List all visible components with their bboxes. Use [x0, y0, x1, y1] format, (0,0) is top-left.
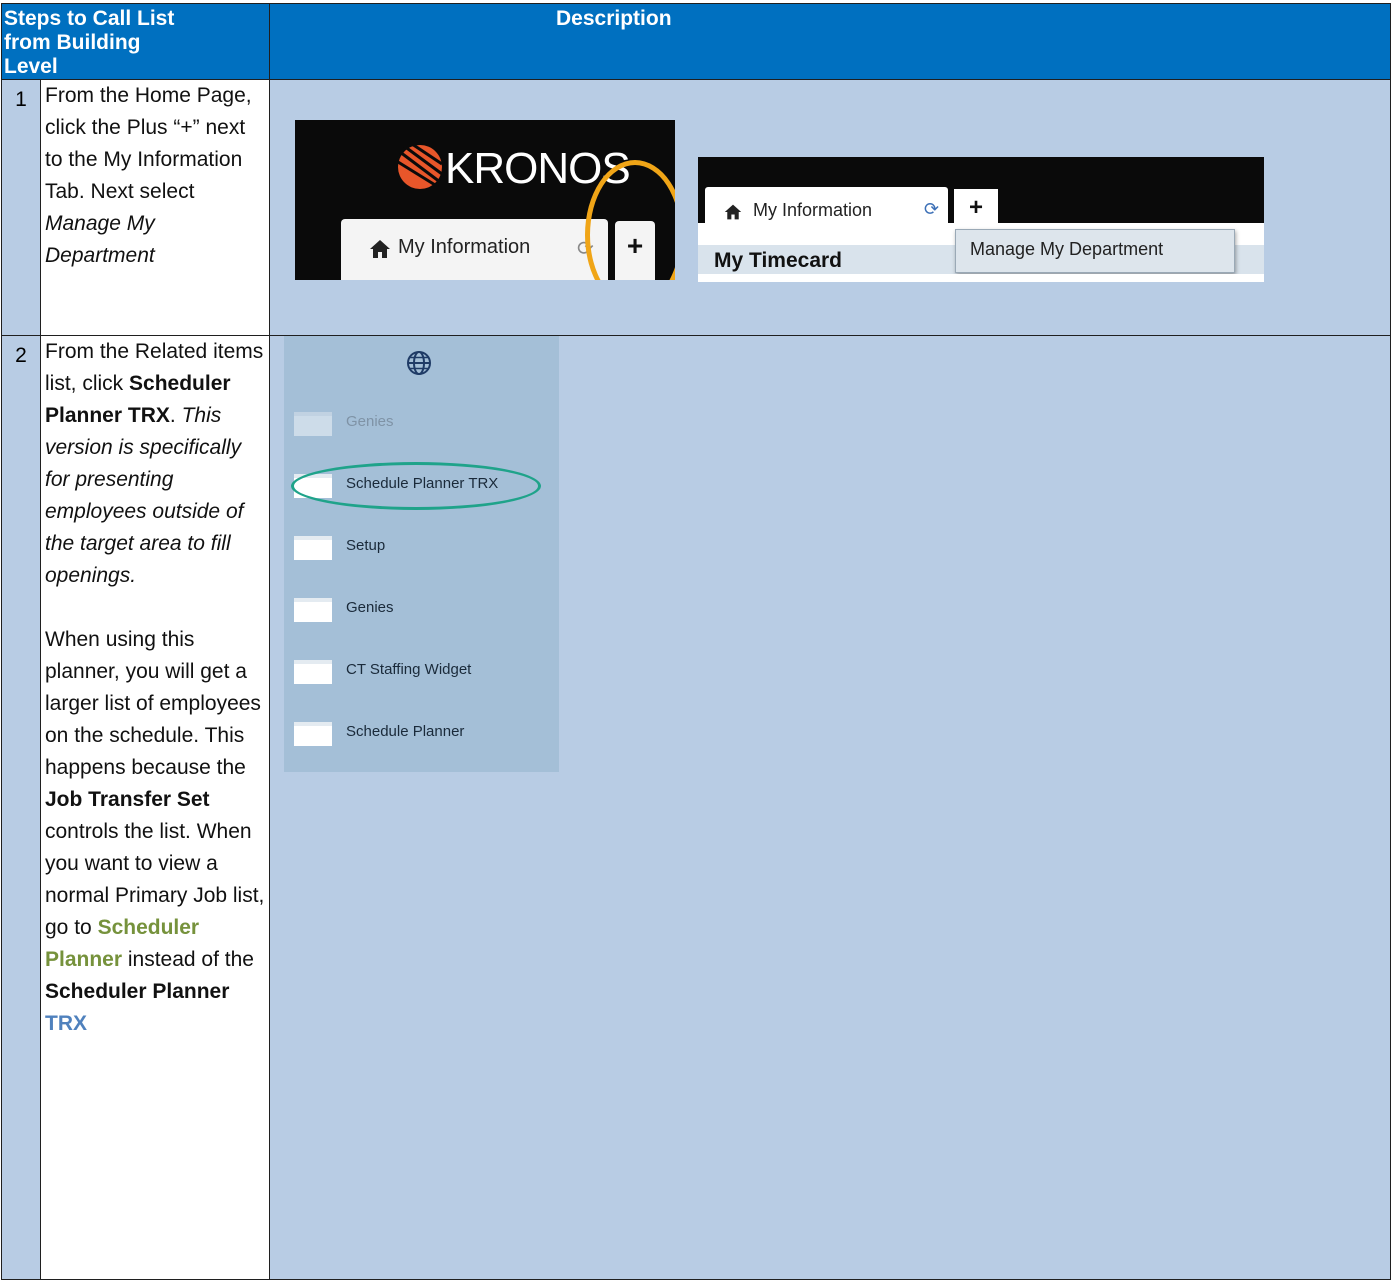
- step2-bold-c: Scheduler Planner: [45, 980, 230, 1003]
- item-icon: [294, 536, 332, 560]
- related-item-label: Genies: [346, 599, 394, 616]
- step2-blue-text: TRX: [45, 1012, 87, 1035]
- my-information-tab[interactable]: My Information ⟳: [705, 187, 948, 245]
- step-text: From the Home Page, click the Plus “+” n…: [40, 79, 270, 336]
- step-text: From the Related items list, click Sched…: [40, 335, 270, 1280]
- dropdown-menu: Manage My Department: [955, 229, 1235, 273]
- header-title: Steps to Call List from Building Level: [1, 3, 270, 80]
- item-icon: [294, 598, 332, 622]
- step2-text-b: When using this planner, you will get a …: [45, 628, 261, 779]
- related-item-label: CT Staffing Widget: [346, 661, 472, 678]
- step2-text-end: .: [169, 404, 176, 427]
- step-image-cell: KRONOS My Information ⟳ + My Information…: [269, 79, 1391, 336]
- tab-label: My Information: [398, 236, 531, 258]
- home-icon: [724, 204, 742, 220]
- step-number: 1: [1, 79, 41, 336]
- item-icon: [294, 660, 332, 684]
- header-row: Steps to Call List from Building Level D…: [1, 3, 1391, 80]
- related-items-panel: Genies Schedule Planner TRX Setup Genies: [284, 336, 559, 772]
- refresh-icon[interactable]: ⟳: [924, 199, 939, 220]
- my-timecard-label[interactable]: My Timecard: [714, 249, 842, 273]
- steps-table: Steps to Call List from Building Level D…: [1, 3, 1391, 1280]
- home-icon: [370, 240, 390, 258]
- step2-text-d: instead of the: [127, 948, 254, 971]
- bottom-edge: [698, 274, 1264, 282]
- related-item-ct-staffing-widget[interactable]: CT Staffing Widget: [294, 652, 564, 692]
- header-title-text: Steps to Call List from Building Level: [4, 7, 175, 78]
- manage-my-department-item[interactable]: Manage My Department: [970, 239, 1163, 260]
- related-item-label: Setup: [346, 537, 386, 554]
- header-description: Description: [269, 3, 1391, 80]
- step2-italic: This version is specifically for present…: [45, 404, 244, 587]
- step2-bold-b: Job Transfer Set: [45, 788, 210, 811]
- step-image-cell: Genies Schedule Planner TRX Setup Genies: [269, 335, 1391, 1280]
- plus-tab-button[interactable]: +: [954, 189, 998, 229]
- kronos-screenshot-1: KRONOS My Information ⟳ +: [295, 120, 675, 280]
- related-item-setup[interactable]: Setup: [294, 528, 564, 568]
- related-item[interactable]: Genies: [294, 404, 564, 444]
- step1-italic-text: Manage My Department: [45, 212, 155, 267]
- kronos-screenshot-2: My Information ⟳ + My Timecard Manage My…: [698, 157, 1264, 282]
- step-row-1: 1 From the Home Page, click the Plus “+”…: [1, 79, 1391, 336]
- related-item-label: Schedule Planner: [346, 723, 465, 740]
- highlight-oval: [291, 462, 541, 510]
- related-item-genies[interactable]: Genies: [294, 590, 564, 630]
- related-item-schedule-planner[interactable]: Schedule Planner: [294, 714, 564, 754]
- step-row-2: 2 From the Related items list, click Sch…: [1, 335, 1391, 1280]
- step-number: 2: [1, 335, 41, 1280]
- my-information-tab[interactable]: My Information ⟳: [341, 219, 608, 280]
- related-item-label: Genies: [346, 413, 394, 430]
- globe-icon[interactable]: [406, 350, 432, 376]
- header-description-text: Description: [556, 7, 672, 30]
- tab-label: My Information: [753, 200, 873, 220]
- item-icon: [294, 722, 332, 746]
- item-icon: [294, 412, 332, 436]
- step1-text: From the Home Page, click the Plus “+” n…: [45, 84, 252, 203]
